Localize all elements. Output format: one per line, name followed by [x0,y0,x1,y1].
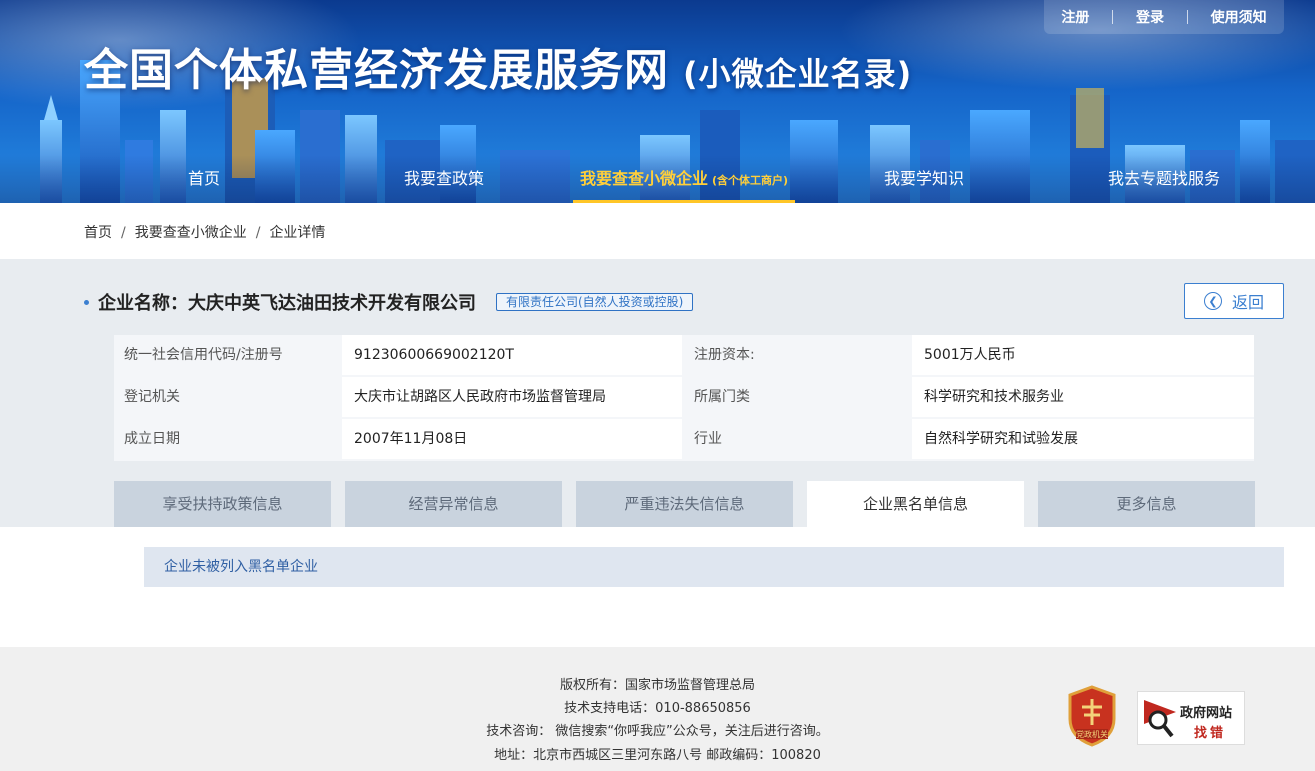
site-title-text: 全国个体私营经济发展服务网 [84,45,669,96]
tab-support-policy[interactable]: 享受扶持政策信息 [114,481,331,527]
breadcrumb-separator: / [121,225,126,241]
company-type-badge: 有限责任公司(自然人投资或控股) [496,293,694,311]
divider [1112,10,1114,24]
info-value: 2007年11月08日 [342,419,682,459]
info-key: 所属门类 [684,377,910,417]
nav-home-label: 首页 [187,169,220,188]
company-header: 企业名称： 大庆中英飞达油田技术开发有限公司 有限责任公司(自然人投资或控股) [84,288,694,316]
nav-home[interactable]: 首页 [172,155,236,203]
nav-services-label: 我去专题找服务 [1107,169,1220,188]
nav-services[interactable]: 我去专题找服务 [1100,155,1228,203]
usage-notice-link[interactable]: 使用须知 [1211,7,1267,27]
register-link[interactable]: 注册 [1061,7,1089,27]
site-subtitle: (小微企业名录) [683,55,913,93]
breadcrumb-separator: / [255,225,261,241]
badge-text: 党政机关 [1076,729,1108,739]
nav-search-enterprise[interactable]: 我要查查小微企业 (含个体工商户) [573,155,795,203]
company-name-label: 企业名称： [98,293,188,314]
info-key: 成立日期 [114,419,340,459]
company-info-table: 统一社会信用代码/注册号 91230600669002120T 注册资本: 50… [114,335,1254,461]
info-key: 注册资本: [684,335,910,375]
site-title: 全国个体私营经济发展服务网 (小微企业名录) [84,34,912,98]
breadcrumb-current: 企业详情 [269,225,326,241]
party-government-badge-icon[interactable]: 党政机关 [1066,685,1118,747]
back-button[interactable]: ❮ 返回 [1184,283,1284,319]
login-link[interactable]: 登录 [1136,7,1164,27]
blacklist-notice: 企业未被列入黑名单企业 [144,547,1284,587]
company-name: 大庆中英飞达油田技术开发有限公司 [188,293,476,314]
info-value: 科学研究和技术服务业 [912,377,1254,417]
footer: 版权所有：国家市场监督管理总局 技术支持电话：010-88650856 技术咨询… [0,647,1315,771]
info-value: 大庆市让胡路区人民政府市场监督管理局 [342,377,682,417]
top-links: 注册 登录 使用须知 [1044,0,1284,34]
nav-knowledge-label: 我要学知识 [883,169,964,188]
magnifier-flag-icon [1144,700,1176,738]
info-value: 自然科学研究和试验发展 [912,419,1254,459]
info-row: 登记机关 大庆市让胡路区人民政府市场监督管理局 所属门类 科学研究和技术服务业 [114,377,1254,419]
error-report-title: 政府网站 [1180,706,1233,721]
breadcrumb-bar: 首页 / 我要查查小微企业 / 企业详情 [0,203,1315,259]
tab-more-info[interactable]: 更多信息 [1038,481,1255,527]
breadcrumb: 首页 / 我要查查小微企业 / 企业详情 [84,222,325,242]
nav-policy-label: 我要查政策 [403,169,484,188]
divider [1186,10,1188,24]
bullet-dot [84,299,89,305]
breadcrumb-home[interactable]: 首页 [84,225,112,241]
info-value: 91230600669002120T [342,335,682,375]
nav-search-enterprise-label: 我要查查小微企业 [579,169,708,188]
header-banner: 全国个体私营经济发展服务网 (小微企业名录) 注册 登录 使用须知 首页 我要查政… [0,0,1315,203]
info-key: 登记机关 [114,377,340,417]
back-button-label: 返回 [1231,293,1264,312]
info-row: 统一社会信用代码/注册号 91230600669002120T 注册资本: 50… [114,335,1254,377]
back-arrow-icon: ❮ [1203,292,1222,310]
breadcrumb-search-enterprise[interactable]: 我要查查小微企业 [135,225,247,241]
info-key: 统一社会信用代码/注册号 [114,335,340,375]
nav-policy[interactable]: 我要查政策 [396,155,492,203]
tab-serious-violation[interactable]: 严重违法失信信息 [576,481,793,527]
nav-knowledge[interactable]: 我要学知识 [876,155,972,203]
tab-content: 企业未被列入黑名单企业 [0,527,1315,647]
info-row: 成立日期 2007年11月08日 行业 自然科学研究和试验发展 [114,419,1254,461]
main-nav: 首页 我要查政策 我要查查小微企业 (含个体工商户) 我要学知识 我去专题找服务 [0,155,1315,203]
nav-search-enterprise-note: (含个体工商户) [711,174,789,187]
gov-site-error-report[interactable]: 政府网站 找错 [1137,691,1245,745]
company-detail-section: 企业名称： 大庆中英飞达油田技术开发有限公司 有限责任公司(自然人投资或控股) … [0,259,1315,527]
info-tabs: 享受扶持政策信息 经营异常信息 严重违法失信信息 企业黑名单信息 更多信息 [114,481,1255,527]
error-report-subtitle: 找错 [1194,726,1227,741]
tab-abnormal-operation[interactable]: 经营异常信息 [345,481,562,527]
tab-blacklist[interactable]: 企业黑名单信息 [807,481,1024,527]
info-value: 5001万人民币 [912,335,1254,375]
info-key: 行业 [684,419,910,459]
